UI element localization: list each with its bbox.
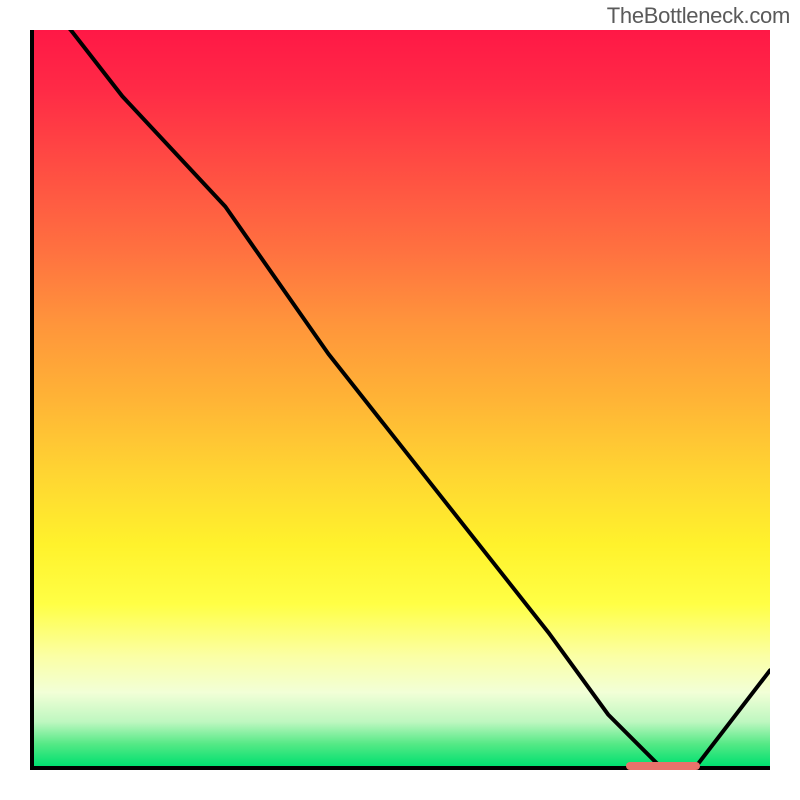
- watermark-text: TheBottleneck.com: [607, 3, 790, 29]
- chart-curve-svg: [34, 30, 770, 766]
- chart-min-marker: [626, 762, 700, 770]
- chart-plot-area: [30, 30, 770, 770]
- chart-line-series: [34, 30, 770, 766]
